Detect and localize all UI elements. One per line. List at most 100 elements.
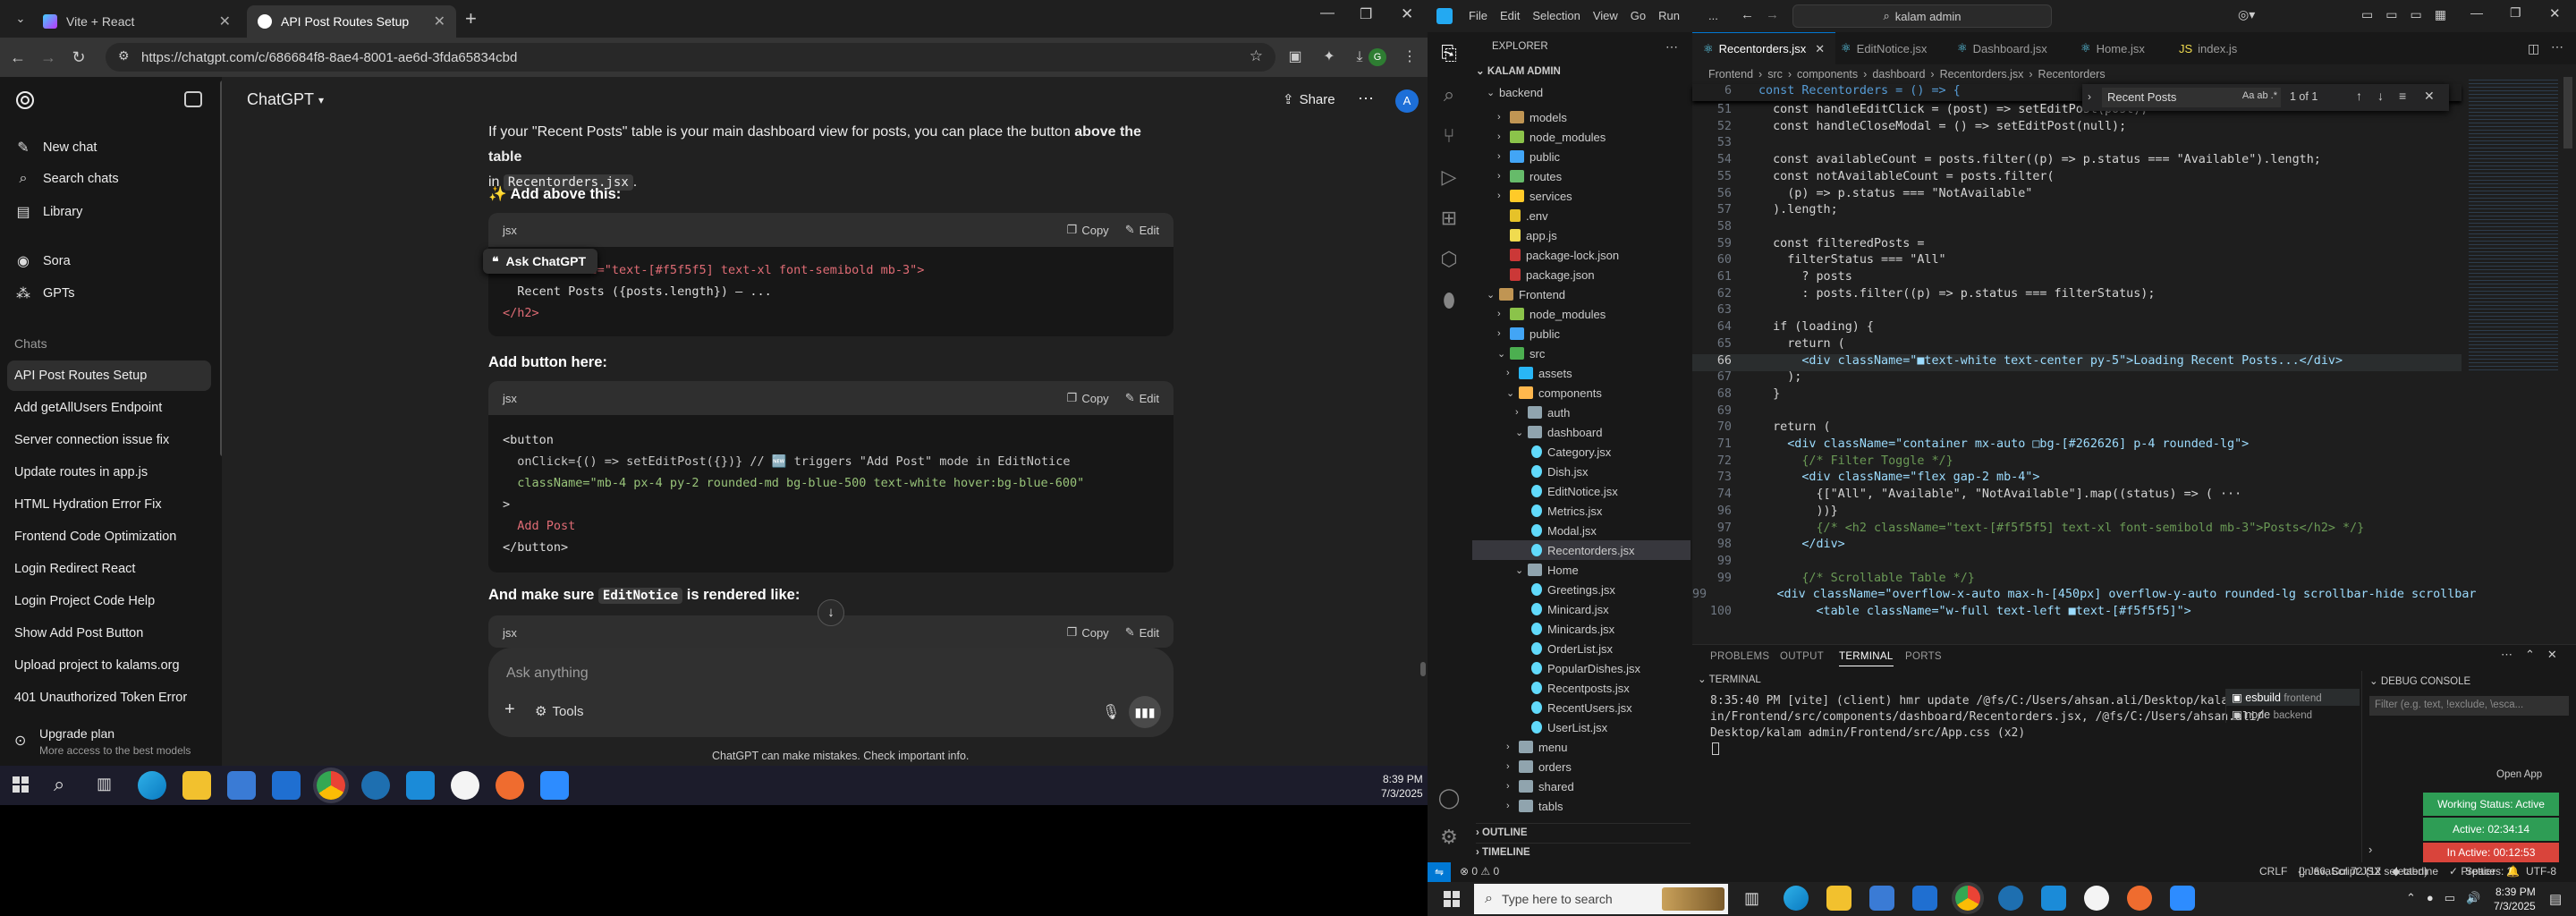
layout-icon[interactable]: ▭ <box>2361 7 2373 22</box>
chrome-menu-icon[interactable]: ⋮ <box>1399 47 1420 68</box>
previous-match-icon[interactable]: ↑ <box>2356 89 2362 103</box>
next-match-icon[interactable]: ↓ <box>2377 89 2384 103</box>
task-view-icon[interactable]: ▥ <box>97 775 112 793</box>
minimap[interactable] <box>2469 77 2558 372</box>
mongodb-icon[interactable]: ⬮ <box>1436 288 1462 313</box>
edit-button[interactable]: ✎ Edit <box>1125 391 1159 405</box>
more-actions-icon[interactable]: ⋯ <box>2501 648 2512 662</box>
editor-scrollbar[interactable] <box>2563 77 2572 148</box>
maximize-icon[interactable]: ❐ <box>1360 5 1372 23</box>
composer-input[interactable]: Ask anything <box>506 666 589 682</box>
code-line[interactable]: 67 ); <box>1692 370 2462 387</box>
close-tab-icon[interactable]: ✕ <box>1815 42 1825 56</box>
run-debug-icon[interactable]: ▷ <box>1436 165 1462 190</box>
tools-button[interactable]: ⚙ Tools <box>535 703 583 720</box>
tree-folder[interactable]: › shared <box>1506 776 1574 796</box>
code-line[interactable]: 99 {/* Scrollable Table */} <box>1692 572 2462 589</box>
panel-tab-output[interactable]: OUTPUT <box>1780 651 1824 662</box>
remote-indicator-icon[interactable]: ⇋ <box>1428 862 1451 882</box>
minimize-icon[interactable]: — <box>1320 5 1335 21</box>
tree-file[interactable]: Greetings.jsx <box>1531 580 1615 599</box>
scroll-down-button[interactable]: ↓ <box>818 599 844 626</box>
vscode-icon[interactable] <box>2041 886 2066 911</box>
task-view-icon[interactable]: ▥ <box>1744 889 1759 908</box>
terminal-tab-esbuild[interactable]: ▣ esbuild frontend <box>2226 689 2360 706</box>
file-explorer-icon[interactable] <box>182 771 211 800</box>
code-line[interactable]: 52 const handleCloseModal = () => setEdi… <box>1692 120 2462 137</box>
tree-file[interactable]: EditNotice.jsx <box>1531 481 1618 501</box>
openai-logo-icon[interactable] <box>14 89 36 111</box>
zoom-icon[interactable] <box>2170 886 2195 911</box>
code-line[interactable]: 69 <box>1692 404 2462 421</box>
edge-icon[interactable] <box>138 771 166 800</box>
extensions-puzzle-icon[interactable]: ✦ <box>1318 47 1340 68</box>
chat-item[interactable]: Login Project Code Help <box>7 586 211 616</box>
postman-icon[interactable] <box>496 771 524 800</box>
tree-folder[interactable]: › public <box>1497 147 1560 166</box>
code-line[interactable]: 58 <box>1692 220 2462 237</box>
code-line[interactable]: 100 <table className="w-full text-left ■… <box>1692 605 2462 622</box>
site-info-icon[interactable]: ⚙ <box>118 48 130 64</box>
panel-tab-terminal[interactable]: TERMINAL <box>1839 651 1894 666</box>
breadcrumb-item[interactable]: dashboard <box>1872 68 1925 81</box>
clock-date[interactable]: 7/3/2025 <box>1381 787 1423 800</box>
panel-tab-ports[interactable]: PORTS <box>1905 651 1942 662</box>
editor-tab[interactable]: JS index.js <box>2168 32 2248 64</box>
tree-file[interactable]: RecentUsers.jsx <box>1531 698 1632 717</box>
editor-tab[interactable]: ⚛ Dashboard.jsx <box>1946 32 2058 64</box>
menu-item[interactable]: File <box>1469 9 1487 22</box>
tree-folder[interactable]: › routes <box>1497 166 1562 186</box>
app-tray-icon[interactable]: ● <box>2427 891 2434 905</box>
microphone-icon[interactable]: 🎙 <box>1102 703 1120 721</box>
code-line[interactable]: 57 ).length; <box>1692 203 2462 220</box>
tree-file[interactable]: UserList.jsx <box>1531 717 1607 737</box>
layout-icon[interactable]: ▭ <box>2385 7 2397 22</box>
breadcrumb-item[interactable]: Frontend <box>1708 68 1753 81</box>
timeline-section[interactable]: › TIMELINE <box>1476 843 1690 858</box>
store-icon[interactable] <box>227 771 256 800</box>
code-line[interactable]: 64 if (loading) { <box>1692 320 2462 337</box>
code-line[interactable]: 68 } <box>1692 387 2462 404</box>
browser-tab-chatgpt[interactable]: API Post Routes Setup ✕ <box>247 5 456 38</box>
code-line[interactable]: 73 <div className="flex gap-2 mb-4"> <box>1692 471 2462 488</box>
extensions-icon[interactable]: ⊞ <box>1436 206 1462 231</box>
editor-tab-recentorders[interactable]: ⚛ Recentorders.jsx ✕ <box>1692 32 1836 64</box>
tree-folder[interactable]: › node_modules <box>1497 304 1606 324</box>
browser-tab-vite[interactable]: Vite + React ✕ <box>32 5 242 38</box>
menu-item[interactable]: Edit <box>1500 9 1520 22</box>
chat-item[interactable]: HTML Hydration Error Fix <box>7 489 211 520</box>
toggle-sidebar-icon[interactable] <box>184 91 202 107</box>
tree-folder[interactable]: › auth <box>1515 403 1570 422</box>
reload-icon[interactable]: ↻ <box>68 47 89 68</box>
extension-icon[interactable]: ▣ <box>1284 47 1306 68</box>
minimize-icon[interactable]: — <box>2470 5 2483 20</box>
tree-folder[interactable]: › orders <box>1506 757 1572 776</box>
store-icon[interactable] <box>1869 886 1894 911</box>
tree-file[interactable]: app.js <box>1510 225 1557 245</box>
panel-tab-problems[interactable]: PROBLEMS <box>1710 651 1769 662</box>
code-line[interactable]: 59 const filteredPosts = <box>1692 237 2462 254</box>
terminal-tab-node[interactable]: ▣ node backend <box>2226 706 2360 723</box>
tree-file[interactable]: OrderList.jsx <box>1531 639 1613 658</box>
more-actions-icon[interactable]: ⋯ <box>1665 39 1678 55</box>
match-options[interactable]: Aa ab .* <box>2242 90 2277 101</box>
tree-folder[interactable]: › tabls <box>1506 796 1563 816</box>
command-center-search[interactable]: ⌕ kalam admin <box>1792 4 2052 28</box>
chat-item[interactable]: Upload project to kalams.org <box>7 650 211 681</box>
explorer-icon[interactable]: ⎘ <box>1436 41 1462 66</box>
maximize-icon[interactable]: ❐ <box>2510 5 2521 21</box>
terminal-cursor[interactable] <box>1712 742 1719 755</box>
more-options-icon[interactable]: ⋯ <box>1358 89 1374 108</box>
breadcrumb-item[interactable]: components <box>1797 68 1858 81</box>
tree-folder[interactable]: ⌄ components <box>1506 383 1602 403</box>
layout-icons[interactable]: ▭ ▭ ▭ ▦ <box>2361 7 2446 22</box>
chat-item[interactable]: Add getAllUsers Endpoint <box>7 393 211 423</box>
tree-folder[interactable]: ⌄ Home <box>1515 560 1579 580</box>
search-icon[interactable]: ⌕ <box>1436 82 1462 107</box>
tree-folder[interactable]: ⌄ dashboard <box>1515 422 1602 442</box>
remote-icon[interactable]: ⬡ <box>1436 247 1462 272</box>
share-button[interactable]: ⇪ Share <box>1283 91 1335 108</box>
copy-button[interactable]: ❐ Copy <box>1067 223 1109 237</box>
vscode-icon[interactable] <box>406 771 435 800</box>
new-tab-icon[interactable]: + <box>465 7 477 30</box>
